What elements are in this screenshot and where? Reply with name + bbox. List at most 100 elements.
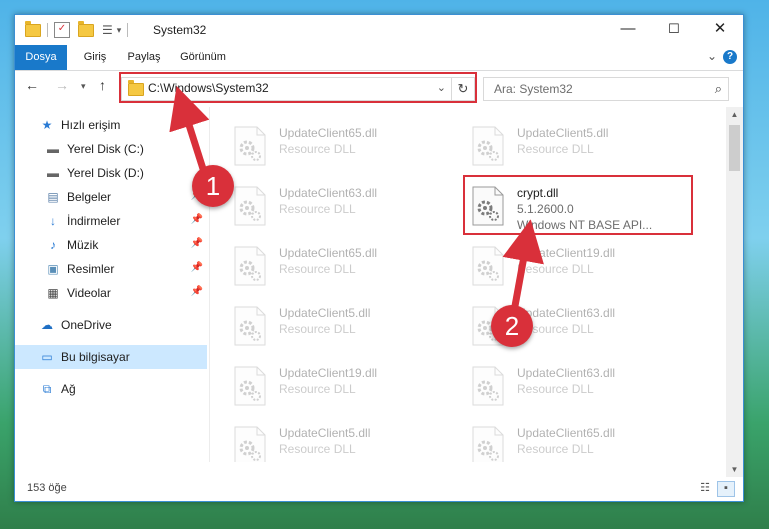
file-type: Resource DLL [279, 142, 356, 156]
address-path[interactable]: C:\Windows\System32 [148, 81, 269, 95]
folder-icon [128, 80, 144, 96]
forward-arrow-icon[interactable]: → [55, 77, 69, 93]
tab-file[interactable]: Dosya [15, 45, 67, 70]
file-item[interactable]: UpdateClient63.dll Resource DLL [465, 357, 691, 413]
sidebar-item-pictures[interactable]: ▣ Resimler 📌 [15, 257, 207, 281]
file-type: Resource DLL [517, 382, 594, 396]
file-item[interactable]: UpdateClient19.dll Resource DLL [227, 357, 453, 413]
search-icon[interactable]: ⌕ [715, 81, 722, 97]
maximize-button[interactable]: ☐ [651, 15, 697, 45]
expand-ribbon-icon[interactable]: ⌄ [707, 49, 717, 63]
scroll-down-icon[interactable]: ▼ [726, 465, 743, 474]
file-item[interactable]: UpdateClient5.dll Resource DLL [465, 117, 691, 173]
sidebar-item-documents[interactable]: ▤ Belgeler 📌 [15, 185, 207, 209]
pane-divider[interactable] [209, 107, 210, 462]
file-name: UpdateClient65.dll [279, 246, 378, 260]
file-item[interactable]: UpdateClient5.dll Resource DLL [227, 417, 453, 462]
recent-locations-chevron-icon[interactable]: ▾ [81, 81, 86, 92]
computer-icon: ▭ [41, 350, 53, 364]
dll-file-icon [472, 186, 504, 226]
properties-icon[interactable]: ✓ [54, 22, 70, 38]
refresh-icon[interactable]: ↻ [451, 78, 474, 100]
file-item[interactable]: UpdateClient5.dll Resource DLL [227, 297, 453, 353]
videos-icon: ▦ [47, 286, 59, 300]
file-item[interactable]: UpdateClient65.dll Resource DLL [465, 417, 691, 462]
new-folder-icon[interactable] [78, 20, 94, 37]
pictures-icon: ▣ [47, 262, 59, 276]
sidebar-item-label: Resimler [67, 262, 115, 276]
dll-file-icon [472, 366, 504, 406]
file-type: Resource DLL [279, 262, 356, 276]
large-icons-view-icon[interactable]: ▪ [717, 481, 735, 497]
dll-file-icon [234, 426, 266, 462]
music-icon: ♪ [50, 238, 56, 252]
scroll-up-icon[interactable]: ▲ [726, 110, 743, 119]
file-type: Resource DLL [517, 142, 594, 156]
sidebar-item-quick-access[interactable]: ★ Hızlı erişim [15, 113, 207, 137]
file-item[interactable]: UpdateClient65.dll Resource DLL [227, 237, 453, 293]
file-name: UpdateClient5.dll [517, 126, 609, 140]
scrollbar-thumb[interactable] [729, 125, 740, 171]
network-icon: ⧉ [42, 381, 52, 396]
sidebar-item-label: Yerel Disk (D:) [67, 166, 144, 180]
dll-file-icon [234, 246, 266, 286]
sidebar-item-disk-c[interactable]: ▬ Yerel Disk (C:) [15, 137, 207, 161]
file-item[interactable]: UpdateClient65.dll Resource DLL [227, 117, 453, 173]
file-type: Resource DLL [279, 442, 356, 456]
file-name: crypt.dll [517, 186, 559, 200]
sidebar-item-label: Yerel Disk (C:) [67, 142, 144, 156]
quick-access-toolbar: ✓ ☰ ▾ [25, 20, 134, 39]
back-arrow-icon[interactable]: ← [25, 77, 39, 93]
vertical-scrollbar[interactable]: ▲ ▼ [726, 107, 743, 477]
sidebar-item-label: Hızlı erişim [61, 118, 121, 132]
item-count: 153 öğe [27, 482, 67, 494]
pin-icon[interactable]: 📌 [191, 286, 203, 297]
address-bar[interactable]: C:\Windows\System32 ⌄ ↻ [121, 77, 475, 101]
file-name: UpdateClient19.dll [279, 366, 378, 380]
file-name: UpdateClient19.dll [517, 246, 616, 260]
pin-icon[interactable]: 📌 [191, 214, 203, 225]
status-bar: 153 öğe ☷ ▪ [15, 477, 743, 501]
sidebar-item-music[interactable]: ♪ Müzik 📌 [15, 233, 207, 257]
folder-icon [25, 20, 41, 37]
explorer-window: ✓ ☰ ▾ System32 — ☐ ✕ Dosya Giriş Paylaş … [14, 14, 744, 502]
help-icon[interactable]: ? [723, 50, 737, 64]
tab-share[interactable]: Paylaş [121, 45, 167, 70]
details-view-icon[interactable]: ☷ [697, 481, 713, 495]
up-arrow-icon[interactable]: ↑ [99, 77, 106, 93]
file-name: UpdateClient5.dll [279, 426, 371, 440]
file-name: UpdateClient63.dll [517, 366, 616, 380]
dll-file-icon [472, 126, 504, 166]
sidebar-item-network[interactable]: ⧉ Ağ [15, 377, 207, 401]
tab-view[interactable]: Görünüm [175, 45, 231, 70]
customize-toolbar-icon[interactable]: ▾ [117, 25, 122, 36]
star-icon: ★ [41, 118, 53, 132]
file-item[interactable]: UpdateClient63.dll Resource DLL [227, 177, 453, 233]
file-item[interactable]: UpdateClient19.dll Resource DLL [465, 237, 691, 293]
file-list: UpdateClient65.dll Resource DLL UpdateClie… [211, 107, 724, 462]
sidebar-item-downloads[interactable]: ↓ İndirmeler 📌 [15, 209, 207, 233]
minimize-button[interactable]: — [605, 15, 651, 45]
close-button[interactable]: ✕ [697, 15, 743, 45]
step-1-badge: 1 [192, 165, 234, 207]
search-placeholder: Ara: System32 [494, 82, 573, 96]
search-input[interactable]: Ara: System32 ⌕ [483, 77, 729, 101]
sidebar-item-this-pc[interactable]: ▭ Bu bilgisayar [15, 345, 207, 369]
view-options-icon[interactable]: ☰ [102, 23, 113, 37]
sidebar-item-disk-d[interactable]: ▬ Yerel Disk (D:) [15, 161, 207, 185]
file-name: UpdateClient5.dll [279, 306, 371, 320]
file-item-crypt-dll[interactable]: crypt.dll 5.1.2600.0 Windows NT BASE API..… [463, 175, 693, 235]
pin-icon[interactable]: 📌 [191, 238, 203, 249]
file-type: Resource DLL [279, 322, 356, 336]
toolbar-divider [47, 23, 48, 37]
sidebar-item-label: Müzik [67, 238, 99, 252]
file-type: 5.1.2600.0 [517, 202, 574, 216]
tab-home[interactable]: Giriş [75, 45, 115, 70]
documents-icon: ▤ [47, 190, 59, 204]
sidebar-item-onedrive[interactable]: ☁ OneDrive [15, 313, 207, 337]
sidebar-item-label: OneDrive [61, 318, 112, 332]
address-dropdown-chevron-icon[interactable]: ⌄ [437, 81, 446, 94]
pin-icon[interactable]: 📌 [191, 262, 203, 273]
dll-file-icon [234, 306, 266, 346]
sidebar-item-videos[interactable]: ▦ Videolar 📌 [15, 281, 207, 305]
